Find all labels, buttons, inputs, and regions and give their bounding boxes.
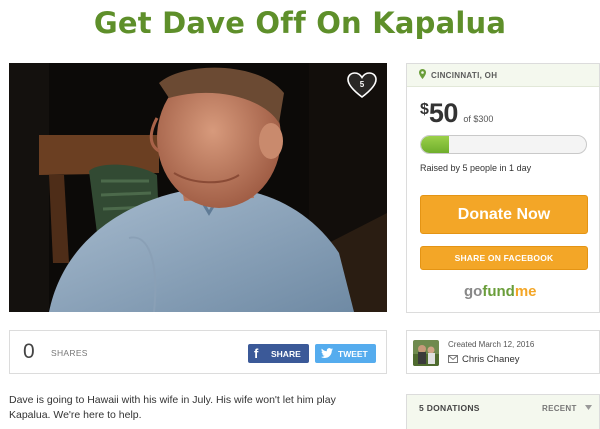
campaign-photo-image [9, 63, 387, 312]
shares-bar: 0 SHARES f SHARE TWEET [9, 330, 387, 374]
currency-symbol: $ [420, 101, 429, 118]
gofundme-logo[interactable]: gofundme [464, 283, 537, 303]
donation-summary-card: CINCINNATI, OH $50 of $300 Raised by 5 p… [406, 63, 600, 313]
donate-now-button[interactable]: Donate Now [420, 195, 588, 234]
location-pin-icon [419, 69, 426, 81]
organizer-contact[interactable]: Chris Chaney [448, 354, 520, 366]
donations-sort-dropdown[interactable]: RECENT [542, 403, 593, 413]
share-on-facebook-button[interactable]: SHARE ON FACEBOOK [420, 246, 588, 270]
chevron-down-icon [585, 403, 593, 412]
goal-text: of $300 [463, 114, 494, 124]
heart-button[interactable]: 5 [347, 72, 377, 100]
campaign-story: Dave is going to Hawaii with his wife in… [9, 394, 336, 421]
location-bar: CINCINNATI, OH [407, 64, 599, 87]
facebook-share-label: SHARE [271, 349, 301, 359]
location-text: CINCINNATI, OH [431, 70, 498, 80]
facebook-icon: f [254, 346, 259, 361]
created-date: Created March 12, 2016 [448, 340, 535, 349]
twitter-icon [321, 348, 333, 360]
twitter-tweet-label: TWEET [338, 349, 368, 359]
heart-count: 5 [359, 80, 365, 89]
donations-header: 5 DONATIONS RECENT [406, 394, 600, 429]
donations-sort-label: RECENT [542, 404, 577, 413]
shares-count: 0 [23, 340, 35, 363]
avatar[interactable] [413, 340, 439, 366]
organizer-name: Chris Chaney [462, 354, 520, 365]
mail-icon [448, 355, 458, 366]
campaign-photo[interactable]: 5 [9, 63, 387, 312]
organizer-card: Created March 12, 2016 Chris Chaney [406, 330, 600, 374]
raised-amount: $50 of $300 [420, 98, 493, 129]
twitter-tweet-button[interactable]: TWEET [315, 344, 376, 363]
raised-by-text: Raised by 5 people in 1 day [420, 163, 532, 173]
facebook-share-button[interactable]: f SHARE [248, 344, 309, 363]
progress-bar [420, 135, 587, 154]
progress-fill [421, 136, 449, 153]
shares-label: SHARES [51, 348, 88, 358]
donations-count: 5 DONATIONS [419, 403, 480, 413]
raised-number: 50 [428, 98, 459, 128]
campaign-title: Get Dave Off On Kapalua [93, 6, 507, 40]
